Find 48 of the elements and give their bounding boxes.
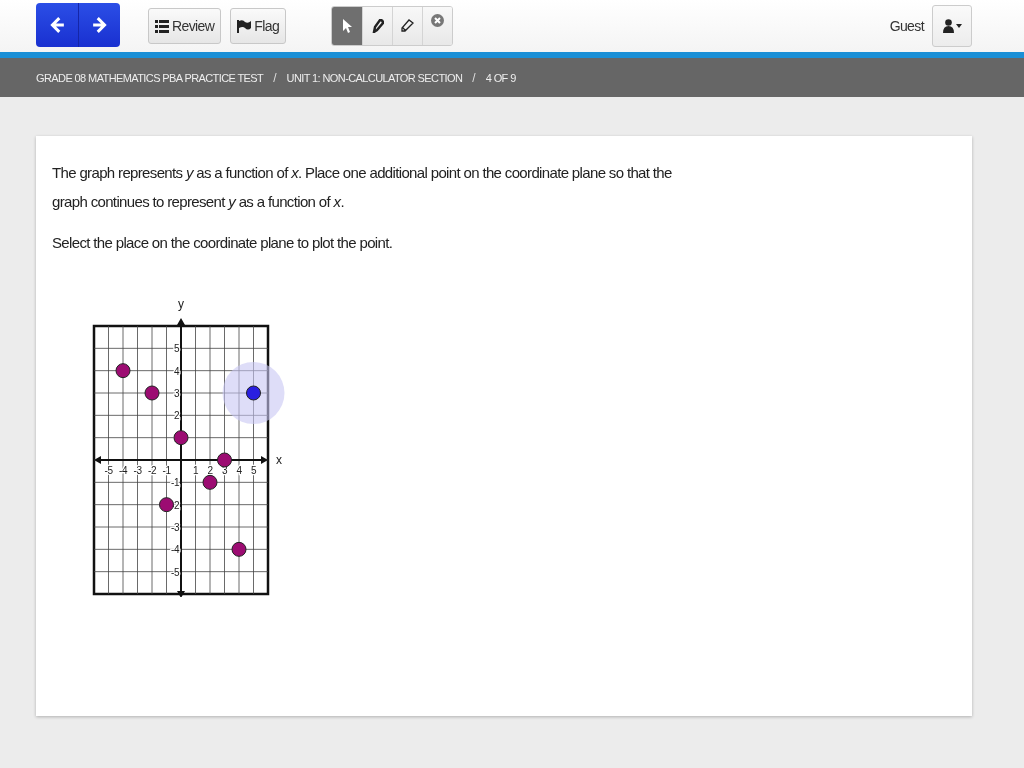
- plotted-point[interactable]: [115, 363, 131, 379]
- user-menu-button[interactable]: [932, 5, 972, 47]
- y-tick-label: 3: [173, 388, 179, 399]
- x-tick-label: -4: [119, 465, 127, 476]
- pen-icon: [371, 19, 384, 33]
- caret-icon: [955, 24, 962, 28]
- plotted-point[interactable]: [159, 497, 174, 513]
- x-axis-label: x: [276, 453, 282, 467]
- x-tick-label: 1: [192, 465, 199, 476]
- y-tick-label: 4: [173, 365, 179, 377]
- x-tick-label: 2: [207, 465, 213, 476]
- user-name: Guest: [889, 18, 924, 34]
- eraser-icon: [401, 19, 415, 33]
- back-button[interactable]: [36, 3, 78, 47]
- y-axis-label: y: [178, 297, 184, 311]
- plotted-point[interactable]: [144, 385, 160, 401]
- right-arrow-icon: [91, 17, 108, 33]
- pointer-tool[interactable]: [332, 7, 363, 45]
- clear-tool[interactable]: [422, 7, 453, 45]
- question-text: Select the place on the coordinate plane to plot the point.: [52, 233, 394, 253]
- x-tick-label: -2: [148, 465, 156, 476]
- x-tick-label: 5: [250, 465, 257, 476]
- breadcrumb-item: GRADE 08 MATHEMATICS PBA PRACTICE TEST: [36, 71, 264, 84]
- y-tick-label: -3: [171, 522, 179, 533]
- y-tick-label: -1: [171, 477, 179, 489]
- breadcrumb-item: 4 OF 9: [485, 71, 516, 84]
- person-icon: [942, 19, 954, 33]
- review-button[interactable]: Review: [148, 8, 222, 44]
- list-icon: [155, 19, 169, 33]
- flag-button[interactable]: Flag: [230, 8, 287, 44]
- plotted-point[interactable]: [231, 541, 247, 557]
- plotted-point[interactable]: [202, 474, 218, 490]
- pen-tool[interactable]: [362, 7, 393, 45]
- clear-icon: [431, 13, 445, 27]
- cursor-icon: [342, 18, 353, 34]
- breadcrumb-separator: /: [472, 70, 476, 85]
- y-tick-label: 5: [173, 343, 179, 355]
- next-button[interactable]: [78, 3, 120, 47]
- x-tick-label: 4: [236, 465, 242, 476]
- plotted-point[interactable]: [173, 430, 189, 446]
- flag-icon: [237, 19, 252, 33]
- breadcrumb-separator: /: [273, 70, 277, 85]
- breadcrumb-item: UNIT 1: NON-CALCULATOR SECTION: [286, 71, 463, 84]
- plotted-point[interactable]: [217, 452, 232, 468]
- left-arrow-icon: [49, 17, 65, 33]
- plotted-point[interactable]: [246, 385, 261, 401]
- y-tick-label: 2: [173, 410, 179, 422]
- eraser-tool[interactable]: [392, 7, 423, 45]
